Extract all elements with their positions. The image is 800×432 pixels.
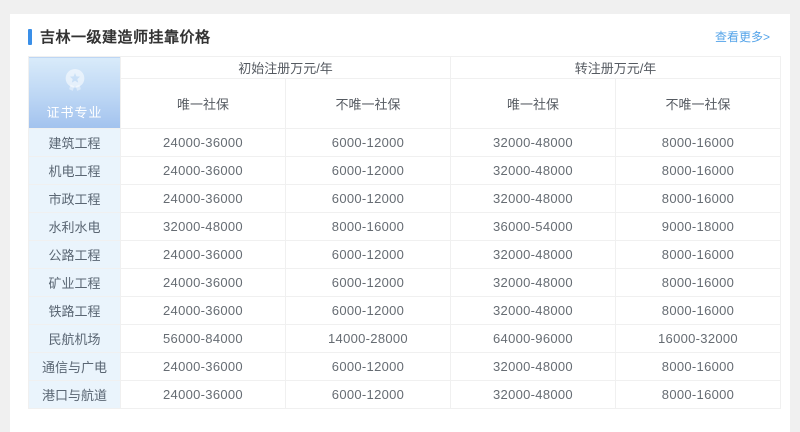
table-cell: 32000-48000 xyxy=(451,353,616,381)
table-cell: 24000-36000 xyxy=(121,241,286,269)
table-cell: 24000-36000 xyxy=(121,269,286,297)
corner-header-label: 证书专业 xyxy=(46,102,102,121)
table-cell: 6000-12000 xyxy=(286,297,451,325)
title-wrap: 吉林一级建造师挂靠价格 xyxy=(28,26,211,47)
specialty-cell: 机电工程 xyxy=(29,157,121,185)
table-cell: 24000-36000 xyxy=(121,157,286,185)
sub-header-nonunique-1: 不唯一社保 xyxy=(286,79,451,129)
table-row: 水利水电 32000-48000 8000-16000 36000-54000 … xyxy=(29,213,781,241)
table-cell: 32000-48000 xyxy=(121,213,286,241)
table-row: 机电工程 24000-36000 6000-12000 32000-48000 … xyxy=(29,157,781,185)
corner-header-cell: 证书专业 xyxy=(29,57,121,129)
table-cell: 24000-36000 xyxy=(121,353,286,381)
specialty-cell: 港口与航道 xyxy=(29,381,121,409)
specialty-cell: 铁路工程 xyxy=(29,297,121,325)
table-cell: 14000-28000 xyxy=(286,325,451,353)
table-cell: 6000-12000 xyxy=(286,353,451,381)
table-row: 通信与广电 24000-36000 6000-12000 32000-48000… xyxy=(29,353,781,381)
table-cell: 16000-32000 xyxy=(616,325,781,353)
table-cell: 9000-18000 xyxy=(616,213,781,241)
table-cell: 8000-16000 xyxy=(286,213,451,241)
table-cell: 24000-36000 xyxy=(121,129,286,157)
table-cell: 24000-36000 xyxy=(121,381,286,409)
table-row: 公路工程 24000-36000 6000-12000 32000-48000 … xyxy=(29,241,781,269)
specialty-cell: 公路工程 xyxy=(29,241,121,269)
table-cell: 6000-12000 xyxy=(286,269,451,297)
card-header: 吉林一级建造师挂靠价格 查看更多> xyxy=(10,14,790,56)
table-cell: 6000-12000 xyxy=(286,241,451,269)
medal-icon xyxy=(59,65,91,100)
table-cell: 24000-36000 xyxy=(121,297,286,325)
table-cell: 8000-16000 xyxy=(616,185,781,213)
table-body: 建筑工程 24000-36000 6000-12000 32000-48000 … xyxy=(29,129,781,409)
table-row: 市政工程 24000-36000 6000-12000 32000-48000 … xyxy=(29,185,781,213)
title-accent-bar xyxy=(28,29,32,45)
table-cell: 8000-16000 xyxy=(616,129,781,157)
price-card: 吉林一级建造师挂靠价格 查看更多> xyxy=(10,14,790,432)
sub-header-unique-2: 唯一社保 xyxy=(451,79,616,129)
table-cell: 6000-12000 xyxy=(286,381,451,409)
sub-header-nonunique-2: 不唯一社保 xyxy=(616,79,781,129)
group-header-row: 证书专业 初始注册万元/年 转注册万元/年 xyxy=(29,57,781,79)
table-cell: 32000-48000 xyxy=(451,241,616,269)
table-cell: 64000-96000 xyxy=(451,325,616,353)
table-cell: 6000-12000 xyxy=(286,129,451,157)
specialty-cell: 市政工程 xyxy=(29,185,121,213)
table-cell: 8000-16000 xyxy=(616,269,781,297)
table-cell: 36000-54000 xyxy=(451,213,616,241)
table-cell: 32000-48000 xyxy=(451,269,616,297)
table-row: 铁路工程 24000-36000 6000-12000 32000-48000 … xyxy=(29,297,781,325)
table-row: 民航机场 56000-84000 14000-28000 64000-96000… xyxy=(29,325,781,353)
table-cell: 24000-36000 xyxy=(121,185,286,213)
table-cell: 32000-48000 xyxy=(451,157,616,185)
table-cell: 32000-48000 xyxy=(451,185,616,213)
price-table: 证书专业 初始注册万元/年 转注册万元/年 唯一社保 不唯一社保 唯一社保 不唯… xyxy=(28,56,781,409)
table-cell: 8000-16000 xyxy=(616,297,781,325)
table-cell: 56000-84000 xyxy=(121,325,286,353)
table-cell: 8000-16000 xyxy=(616,381,781,409)
sub-header-row: 唯一社保 不唯一社保 唯一社保 不唯一社保 xyxy=(29,79,781,129)
sub-header-unique-1: 唯一社保 xyxy=(121,79,286,129)
table-cell: 6000-12000 xyxy=(286,157,451,185)
table-row: 港口与航道 24000-36000 6000-12000 32000-48000… xyxy=(29,381,781,409)
table-cell: 8000-16000 xyxy=(616,157,781,185)
table-cell: 32000-48000 xyxy=(451,381,616,409)
specialty-cell: 通信与广电 xyxy=(29,353,121,381)
table-cell: 8000-16000 xyxy=(616,353,781,381)
specialty-cell: 建筑工程 xyxy=(29,129,121,157)
table-cell: 32000-48000 xyxy=(451,297,616,325)
table-row: 建筑工程 24000-36000 6000-12000 32000-48000 … xyxy=(29,129,781,157)
table-cell: 6000-12000 xyxy=(286,185,451,213)
specialty-cell: 矿业工程 xyxy=(29,269,121,297)
page-title: 吉林一级建造师挂靠价格 xyxy=(40,26,211,47)
group-header-initial: 初始注册万元/年 xyxy=(121,57,451,79)
table-row: 矿业工程 24000-36000 6000-12000 32000-48000 … xyxy=(29,269,781,297)
specialty-cell: 水利水电 xyxy=(29,213,121,241)
table-cell: 32000-48000 xyxy=(451,129,616,157)
table-cell: 8000-16000 xyxy=(616,241,781,269)
group-header-transfer: 转注册万元/年 xyxy=(451,57,781,79)
specialty-cell: 民航机场 xyxy=(29,325,121,353)
view-more-link[interactable]: 查看更多> xyxy=(715,28,770,45)
